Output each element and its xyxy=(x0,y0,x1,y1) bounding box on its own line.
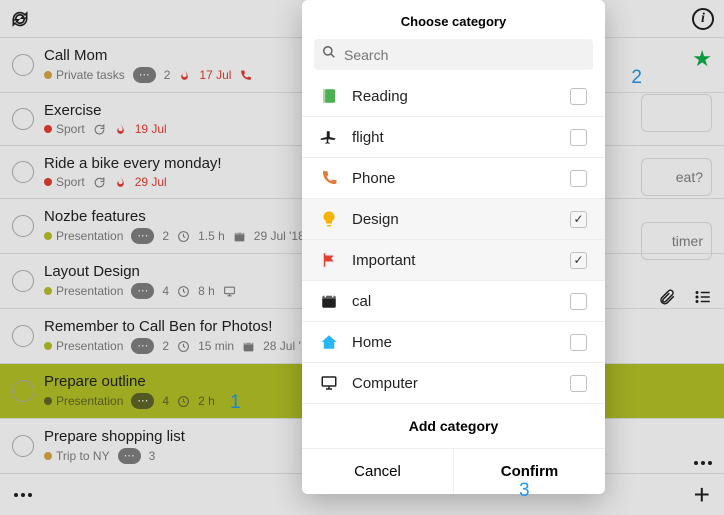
category-checkbox[interactable] xyxy=(570,129,587,146)
category-label: flight xyxy=(352,129,556,146)
category-row[interactable]: Design ✓ xyxy=(302,199,605,240)
category-checkbox[interactable]: ✓ xyxy=(570,211,587,228)
modal-footer: Cancel Confirm xyxy=(302,449,605,494)
category-label: Home xyxy=(352,334,556,351)
search-icon xyxy=(322,45,336,64)
category-checkbox[interactable] xyxy=(570,334,587,351)
category-checkbox[interactable] xyxy=(570,88,587,105)
add-category-button[interactable]: Add category xyxy=(302,404,605,449)
bulb-icon xyxy=(320,210,338,228)
cal-icon xyxy=(320,292,338,310)
search-input[interactable] xyxy=(344,47,585,63)
search-field[interactable] xyxy=(314,39,593,70)
category-row[interactable]: flight xyxy=(302,117,605,158)
category-label: Computer xyxy=(352,375,556,392)
phone-icon xyxy=(320,169,338,187)
plane-icon xyxy=(320,128,338,146)
category-checkbox[interactable]: ✓ xyxy=(570,252,587,269)
category-label: Reading xyxy=(352,88,556,105)
category-label: Important xyxy=(352,252,556,269)
category-row[interactable]: Phone xyxy=(302,158,605,199)
home-icon xyxy=(320,333,338,351)
category-checkbox[interactable] xyxy=(570,170,587,187)
category-list: Reading flight Phone Design ✓ Important … xyxy=(302,76,605,404)
flag-icon xyxy=(320,251,338,269)
book-icon xyxy=(320,87,338,105)
category-label: Phone xyxy=(352,170,556,187)
category-row[interactable]: Reading xyxy=(302,76,605,117)
cancel-button[interactable]: Cancel xyxy=(302,449,453,494)
category-row[interactable]: cal xyxy=(302,281,605,322)
category-row[interactable]: Home xyxy=(302,322,605,363)
category-row[interactable]: Important ✓ xyxy=(302,240,605,281)
category-row[interactable]: Computer xyxy=(302,363,605,404)
category-label: Design xyxy=(352,211,556,228)
category-checkbox[interactable] xyxy=(570,293,587,310)
category-label: cal xyxy=(352,293,556,310)
category-modal: Choose category Reading flight Phone Des… xyxy=(302,0,605,494)
screen-icon xyxy=(320,374,338,392)
annotation-3: 3 xyxy=(519,480,530,502)
category-checkbox[interactable] xyxy=(570,375,587,392)
modal-title: Choose category xyxy=(302,0,605,39)
